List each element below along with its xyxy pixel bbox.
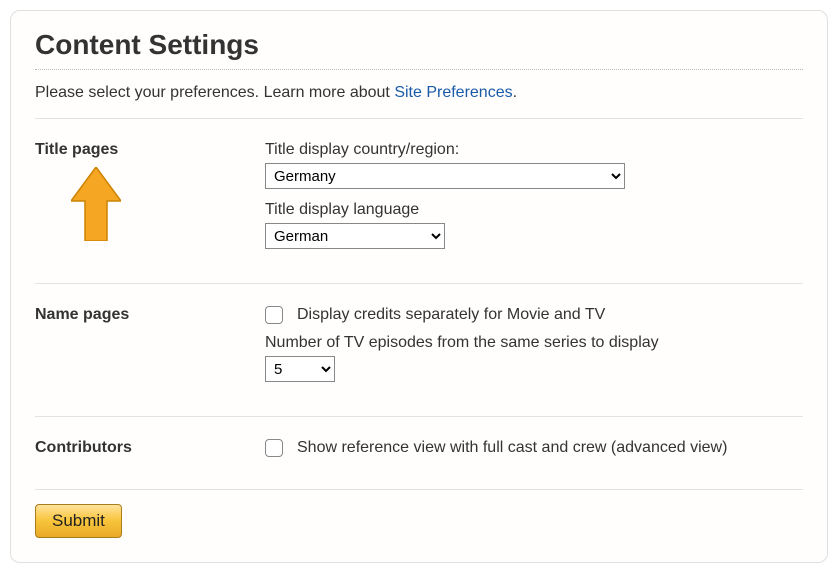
intro-text: Please select your preferences. Learn mo…: [35, 84, 803, 102]
intro-after: .: [513, 84, 517, 101]
language-field: Title display language German: [265, 201, 803, 249]
divider: [35, 489, 803, 490]
intro-before: Please select your preferences. Learn mo…: [35, 84, 394, 101]
episodes-field: Number of TV episodes from the same seri…: [265, 334, 803, 382]
country-select[interactable]: Germany: [265, 163, 625, 189]
divider: [35, 118, 803, 119]
credits-checkbox-row: Display credits separately for Movie and…: [265, 306, 803, 324]
reference-checkbox[interactable]: [265, 439, 283, 457]
submit-button[interactable]: Submit: [35, 504, 122, 538]
contributors-body: Show reference view with full cast and c…: [265, 439, 803, 467]
arrow-up-icon: [71, 167, 121, 241]
reference-checkbox-row: Show reference view with full cast and c…: [265, 439, 803, 457]
episodes-select[interactable]: 5: [265, 356, 335, 382]
section-title-pages: Title pages Title display country/region…: [35, 133, 803, 269]
language-select[interactable]: German: [265, 223, 445, 249]
divider: [35, 416, 803, 417]
reference-checkbox-label[interactable]: Show reference view with full cast and c…: [297, 439, 727, 457]
country-field: Title display country/region: Germany: [265, 141, 803, 189]
credits-checkbox-label[interactable]: Display credits separately for Movie and…: [297, 306, 605, 324]
country-label: Title display country/region:: [265, 141, 803, 159]
section-contributors: Contributors Show reference view with fu…: [35, 431, 803, 475]
site-preferences-link[interactable]: Site Preferences: [394, 84, 512, 101]
divider-dotted: [35, 69, 803, 70]
divider: [35, 283, 803, 284]
page-title: Content Settings: [35, 29, 803, 61]
episodes-label: Number of TV episodes from the same seri…: [265, 334, 803, 352]
name-pages-body: Display credits separately for Movie and…: [265, 306, 803, 394]
section-label-contributors: Contributors: [35, 439, 245, 457]
section-label-name-pages: Name pages: [35, 306, 245, 324]
section-label-title-pages: Title pages: [35, 141, 245, 159]
title-pages-label-text: Title pages: [35, 141, 118, 158]
section-name-pages: Name pages Display credits separately fo…: [35, 298, 803, 402]
content-settings-panel: Content Settings Please select your pref…: [10, 10, 828, 563]
credits-checkbox[interactable]: [265, 306, 283, 324]
language-label: Title display language: [265, 201, 803, 219]
title-pages-body: Title display country/region: Germany Ti…: [265, 141, 803, 261]
